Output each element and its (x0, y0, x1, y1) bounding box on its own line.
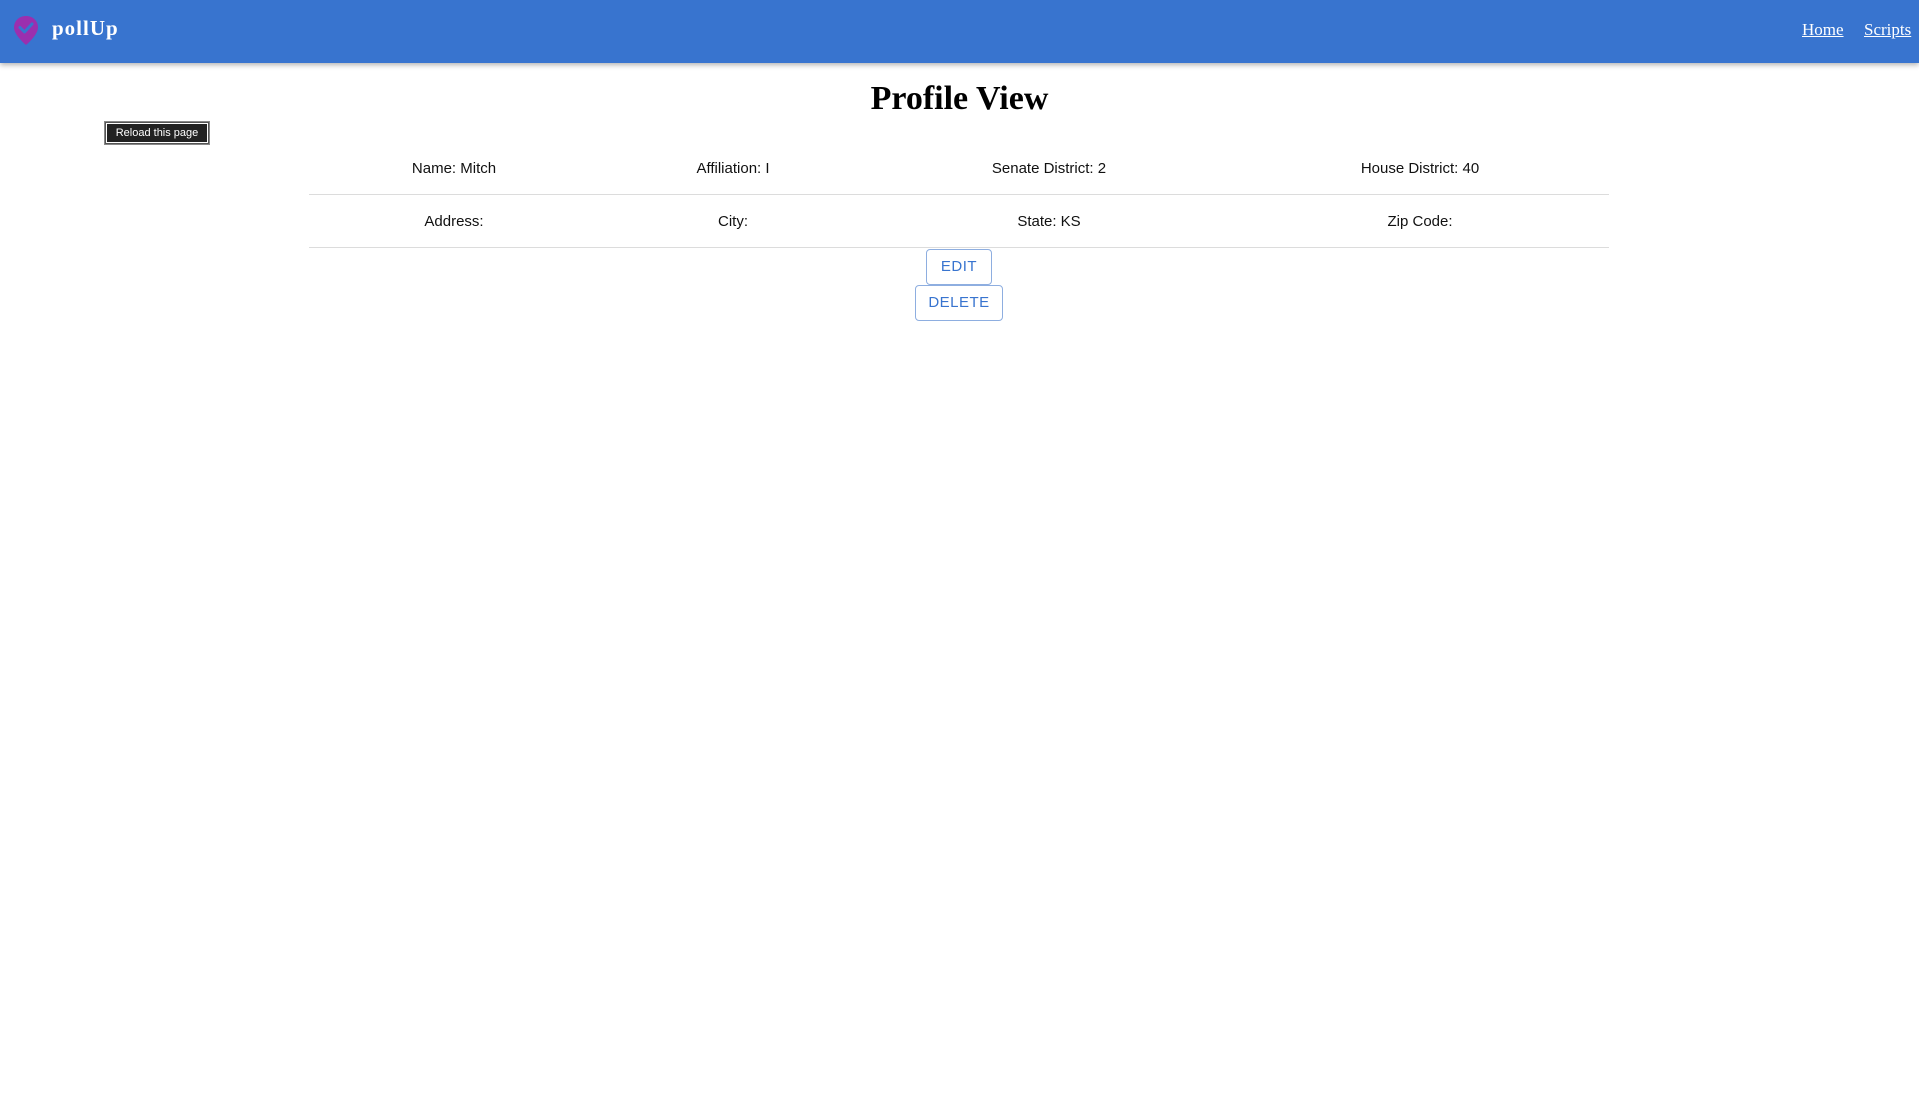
profile-affiliation: Affiliation: I (696, 160, 770, 177)
brand-title[interactable]: pollUp (52, 16, 119, 41)
profile-row-address: Address: City: State: KS Zip Code: (309, 195, 1609, 248)
page-title: Profile View (870, 80, 1049, 117)
edit-button[interactable]: EDIT (926, 249, 992, 285)
location-check-icon[interactable] (13, 15, 39, 46)
delete-button[interactable]: DELETE (915, 285, 1003, 321)
profile-state: State: KS (1017, 213, 1081, 230)
profile-address: Address: (424, 213, 484, 230)
nav-link-scripts[interactable]: Scripts (1864, 20, 1911, 40)
profile-house-district: House District: 40 (1360, 160, 1480, 177)
profile-row-details: Name: Mitch Affiliation: I Senate Distri… (309, 142, 1609, 195)
profile-name: Name: Mitch (411, 160, 497, 177)
reload-page-button[interactable]: Reload this page (105, 122, 209, 144)
app-bar: pollUp Home Scripts (0, 0, 1919, 63)
profile-city: City: (718, 213, 748, 230)
profile-zip-code: Zip Code: (1387, 213, 1453, 230)
profile-senate-district: Senate District: 2 (991, 160, 1107, 177)
nav-link-home[interactable]: Home (1802, 20, 1844, 40)
